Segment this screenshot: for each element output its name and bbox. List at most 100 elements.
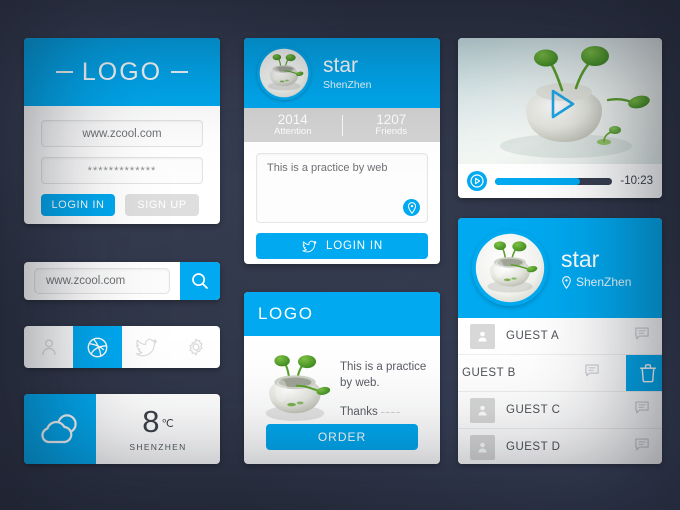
logo-dash-right [171,71,189,73]
contact-name: star [561,245,600,272]
icon-bar-item-settings[interactable] [171,326,220,368]
profile-location: ShenZhen [323,79,372,92]
icon-bar-item-user[interactable] [24,326,73,368]
guest-name: GUEST A [506,330,560,342]
avatar [257,46,311,100]
profile-header: star ShenZhen [244,38,440,108]
search-input[interactable]: www.zcool.com [34,268,170,294]
username-input[interactable]: www.zcool.com [41,120,203,147]
icon-bar-item-twitter[interactable] [122,326,171,368]
weather-icon-panel [24,394,96,464]
guest-name: GUEST C [506,404,561,416]
contact-identity: star ShenZhen [561,247,631,289]
contact-header: star ShenZhen [458,218,662,318]
weather-readout: 8 ℃ SHENZHEN [96,394,220,464]
guest-avatar [470,323,495,349]
message-button[interactable] [634,437,650,457]
icon-bar [24,326,220,368]
video-progress-fill [495,177,580,185]
login-logo: LOGO [55,57,189,87]
contact-location-label: ShenZhen [576,275,632,290]
temperature-value: 8 [142,404,160,439]
video-play-button[interactable] [467,171,487,191]
video-thumbnail[interactable] [458,38,662,164]
temperature-unit: ℃ [161,418,174,430]
weather-city: SHENZHEN [129,442,187,452]
product-image [252,342,338,426]
login-card-header: LOGO [24,38,220,106]
guest-avatar [470,397,495,423]
order-card: LOGO This is a practice by web. Thanks ~… [244,292,440,464]
status-textarea[interactable]: This is a practice by web [256,153,428,223]
video-time-remaining: -10:23 [620,175,653,187]
video-controls: -10:23 [458,164,662,198]
message-button[interactable] [584,363,600,383]
message-button[interactable] [634,400,650,420]
twitter-icon [302,240,317,252]
icon-bar-item-dribbble[interactable] [73,326,122,368]
order-text-block: This is a practice by web. Thanks ~~~~ [340,342,428,426]
login-card: LOGO www.zcool.com ************* LOGIN I… [24,38,220,224]
login-button-row: LOGIN IN SIGN UP [41,194,203,216]
twitter-login-label: LOGIN IN [326,240,383,252]
message-button[interactable] [634,326,650,346]
profile-stats: 2014 Attention 1207 Friends [244,108,440,142]
stat-friends-value: 1207 [376,111,407,127]
trash-icon [639,364,657,383]
order-description: This is a practice by web. [340,361,427,389]
twitter-login-button[interactable]: LOGIN IN [256,233,428,259]
order-thanks: Thanks ~~~~ [340,405,428,421]
table-row[interactable]: GUEST D [458,429,662,464]
user-icon [41,339,56,356]
gear-icon [188,338,203,356]
order-card-body: This is a practice by web. Thanks ~~~~ [244,336,440,426]
table-row[interactable]: GUEST C [458,392,662,429]
logo-dash-left [55,71,73,73]
location-pin-button[interactable] [403,199,420,216]
stat-attention-label: Attention [274,126,312,138]
login-card-body: www.zcool.com ************* LOGIN IN SIG… [24,106,220,216]
table-row[interactable]: GUEST B [458,355,662,392]
stat-friends-label: Friends [375,126,408,138]
play-triangle-icon[interactable] [536,80,584,128]
order-button[interactable]: ORDER [266,424,418,450]
login-button[interactable]: LOGIN IN [41,194,115,216]
guest-name: GUEST D [506,441,561,453]
profile-body: This is a practice by web LOGIN IN [244,142,440,259]
cloud-icon [41,414,77,444]
stats-divider [341,114,343,136]
password-input[interactable]: ************* [41,157,203,184]
contact-location: ShenZhen [561,275,631,289]
contact-card: star ShenZhen GUEST A GUEST B GUEST C GU… [458,218,662,464]
user-icon [478,405,487,415]
search-widget: www.zcool.com [24,262,220,300]
signup-button[interactable]: SIGN UP [125,194,199,216]
stat-attention: 2014 Attention [244,112,342,138]
dribbble-icon [87,337,108,357]
play-icon [470,174,484,188]
stat-attention-value: 2014 [277,111,308,127]
stat-friends: 1207 Friends [343,112,441,138]
weather-widget: 8 ℃ SHENZHEN [24,394,220,464]
status-textarea-value: This is a practice by web [267,162,388,174]
location-pin-icon [407,201,416,214]
search-button[interactable] [180,262,220,300]
order-card-header: LOGO [244,292,440,336]
user-icon [478,331,487,341]
video-card: -10:23 [458,38,662,198]
video-progress-track[interactable] [495,177,613,185]
login-logo-text: LOGO [81,57,163,86]
message-icon [585,363,599,376]
message-icon [635,326,649,339]
user-icon [478,442,487,452]
delete-button[interactable] [626,355,662,391]
search-icon [192,273,208,289]
table-row[interactable]: GUEST A [458,318,662,355]
order-thanks-text: Thanks [340,406,378,419]
twitter-icon [135,338,157,356]
guest-avatar [470,434,495,460]
temperature: 8 ℃ [142,406,174,437]
message-icon [635,400,649,413]
location-pin-icon [562,275,571,289]
order-logo-text: LOGO [258,304,314,323]
